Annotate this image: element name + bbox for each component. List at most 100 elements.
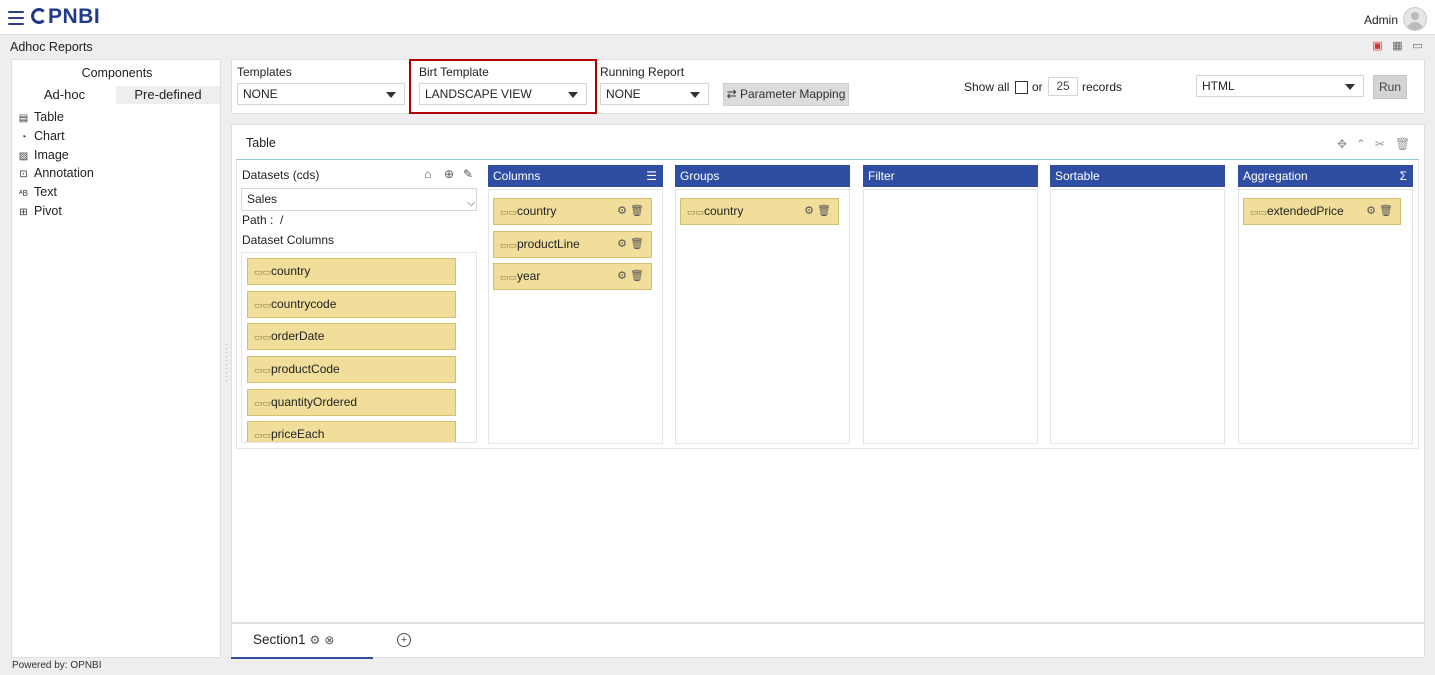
field-icon: ▭▭ [254, 332, 272, 342]
gear-icon[interactable]: ⚙ [310, 633, 321, 647]
group-chip[interactable]: ▭▭country ⚙🗑 [680, 198, 839, 225]
tools-icon[interactable]: ✂ [1375, 137, 1385, 151]
component-item-annotation[interactable]: ⊡ Annotation [17, 164, 93, 182]
hamburger-menu-icon[interactable] [8, 11, 24, 25]
chevron-down-icon [568, 92, 578, 98]
field-icon: ▭▭ [500, 240, 518, 250]
chevron-down-icon [1345, 84, 1355, 90]
page-title: Adhoc Reports [10, 40, 93, 54]
aggregation-header: Aggregation Σ [1238, 165, 1413, 187]
component-item-image[interactable]: ▨ Image [17, 146, 69, 164]
templates-select[interactable]: NONE [237, 83, 405, 105]
dataset-column-chip[interactable]: ▭▭priceEach [247, 421, 456, 442]
field-icon: ▭▭ [254, 365, 272, 375]
sigma-icon[interactable]: Σ [1400, 165, 1407, 187]
dataset-column-chip[interactable]: ▭▭productCode [247, 356, 456, 383]
layout-icon[interactable]: ▦ [1391, 40, 1404, 53]
save-icon[interactable]: ▣ [1371, 40, 1384, 53]
app-logo[interactable]: PNBI [31, 5, 100, 29]
add-circle-icon[interactable]: ⊕ [444, 167, 454, 181]
panel-resize-handle[interactable]: · · · · · · · · · · [224, 341, 229, 385]
path-value: / [280, 213, 284, 227]
components-title: Components [81, 66, 153, 80]
or-label: or [1032, 80, 1043, 94]
tab-predefined[interactable]: Pre-defined [116, 86, 220, 104]
field-icon: ▭▭ [254, 300, 272, 310]
settings-delete-icons[interactable]: ⚙🗑 [617, 199, 647, 224]
home-icon[interactable]: ⌂ [424, 167, 431, 181]
avatar[interactable] [1403, 7, 1427, 31]
groups-dropzone[interactable] [675, 189, 850, 444]
datasets-label: Datasets (cds) [242, 168, 320, 182]
top-bar [0, 0, 1435, 35]
field-icon: ▭▭ [254, 398, 272, 408]
templates-label: Templates [237, 65, 292, 79]
dataset-columns-label: Dataset Columns [242, 233, 335, 247]
sortable-dropzone[interactable] [1050, 189, 1225, 444]
records-count-input[interactable]: 25 [1048, 77, 1078, 96]
filter-header: Filter [863, 165, 1038, 187]
chart-icon: ◔ [20, 132, 27, 143]
chevron-down-icon [386, 92, 396, 98]
column-chip[interactable]: ▭▭productLine ⚙🗑 [493, 231, 652, 258]
delete-icon[interactable]: 🗑 [1395, 137, 1410, 151]
collapse-icon[interactable]: ⌃ [1356, 137, 1366, 151]
birt-template-select[interactable]: LANDSCAPE VIEW [419, 83, 587, 105]
components-panel: Components Ad-hoc Pre-defined ▤ Table ◔ Ch… [11, 59, 221, 658]
field-icon: ▭▭ [1250, 207, 1268, 217]
table-panel-title: Table [246, 136, 276, 150]
component-item-text[interactable]: ᴬB Text [17, 183, 57, 201]
add-section-icon[interactable]: + [397, 633, 411, 647]
comment-icon[interactable]: ▭ [1411, 40, 1424, 53]
groups-header: Groups [675, 165, 850, 187]
field-icon: ▭▭ [254, 430, 272, 440]
settings-delete-icons[interactable]: ⚙🗑 [1366, 199, 1396, 224]
component-item-table[interactable]: ▤ Table [17, 108, 64, 126]
settings-delete-icons[interactable]: ⚙🗑 [804, 199, 834, 224]
field-icon: ▭▭ [500, 207, 518, 217]
pivot-icon: ⊞ [19, 207, 28, 218]
footer-text: Powered by: OPNBI [12, 660, 102, 671]
running-report-select[interactable]: NONE [600, 83, 709, 105]
run-button[interactable]: Run [1373, 75, 1407, 99]
columns-header: Columns ☰ [488, 165, 663, 187]
aggregation-dropzone[interactable] [1238, 189, 1413, 444]
records-label: records [1082, 80, 1123, 94]
chevron-down-icon [690, 92, 700, 98]
field-icon: ▭▭ [500, 272, 518, 282]
field-icon: ▭▭ [687, 207, 705, 217]
dataset-columns-list[interactable]: ▭▭country ▭▭countrycode ▭▭orderDate ▭▭pr… [241, 252, 477, 443]
aggregation-chip[interactable]: ▭▭extendedPrice ⚙🗑 [1243, 198, 1401, 225]
dataset-column-chip[interactable]: ▭▭countrycode [247, 291, 456, 318]
settings-delete-icons[interactable]: ⚙🗑 [617, 232, 647, 257]
parameter-mapping-button[interactable]: ⇄ Parameter Mapping [723, 83, 849, 106]
dataset-select[interactable]: Sales ⌵ [241, 188, 477, 211]
running-report-label: Running Report [600, 65, 685, 79]
show-all-label: Show all [964, 80, 1010, 94]
filter-dropzone[interactable] [863, 189, 1038, 444]
component-item-chart[interactable]: ◔ Chart [17, 127, 64, 145]
output-format-select[interactable]: HTML [1196, 75, 1364, 97]
settings-delete-icons[interactable]: ⚙🗑 [617, 264, 647, 289]
tab-adhoc[interactable]: Ad-hoc [13, 86, 116, 104]
columns-dropzone[interactable] [488, 189, 663, 444]
table-icon: ▤ [18, 113, 29, 124]
dataset-column-chip[interactable]: ▭▭orderDate [247, 323, 456, 350]
list-icon[interactable]: ☰ [646, 165, 657, 187]
swap-icon: ⇄ [726, 87, 740, 101]
column-chip[interactable]: ▭▭year ⚙🗑 [493, 263, 652, 290]
dataset-column-chip[interactable]: ▭▭quantityOrdered [247, 389, 456, 416]
birt-template-label: Birt Template [419, 65, 489, 79]
show-all-checkbox[interactable] [1015, 81, 1028, 94]
edit-icon[interactable]: ✎ [463, 167, 473, 181]
move-icon[interactable]: ✥ [1337, 137, 1347, 151]
close-icon[interactable]: ⊗ [324, 633, 334, 647]
tab-section1[interactable]: Section1 ⚙ ⊗ [231, 623, 373, 659]
component-item-pivot[interactable]: ⊞ Pivot [17, 202, 62, 220]
dataset-column-chip[interactable]: ▭▭country [247, 258, 456, 285]
column-chip[interactable]: ▭▭country ⚙🗑 [493, 198, 652, 225]
path-label: Path : / [242, 213, 284, 227]
annotation-icon: ⊡ [19, 169, 28, 180]
user-name[interactable]: Admin [1364, 13, 1398, 27]
field-icon: ▭▭ [254, 267, 272, 277]
